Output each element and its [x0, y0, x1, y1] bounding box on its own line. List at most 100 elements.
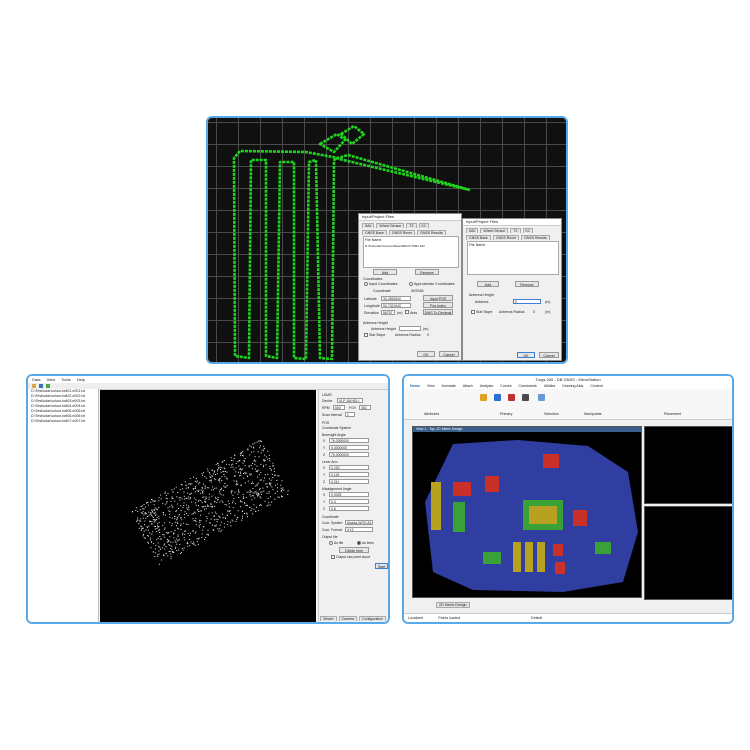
tab-view[interactable]: View [427, 384, 435, 388]
view-window-2[interactable] [644, 426, 732, 504]
file-list-box[interactable]: File Name [467, 241, 559, 275]
cloud-point [250, 474, 252, 476]
tab-k2[interactable]: K2 [522, 228, 533, 233]
view-window-top[interactable]: View 1 - Top, 2D Metric Design [412, 426, 642, 598]
approx-coordinates-radio[interactable] [409, 282, 413, 286]
place-line-icon[interactable] [508, 394, 515, 401]
cloud-point [269, 483, 271, 485]
boresight-x-input[interactable]: 76.0390000 [329, 438, 369, 443]
antenna-radius-value[interactable]: 0 [427, 333, 429, 337]
lever-x-input[interactable]: 0.230 [329, 465, 369, 470]
tab-t2[interactable]: T2 [406, 223, 417, 228]
element-selection-icon[interactable] [480, 394, 487, 401]
tab-home[interactable]: Home [410, 384, 420, 388]
cloud-point [256, 441, 258, 443]
ok-button[interactable]: OK [417, 351, 435, 357]
divide-time-button[interactable]: Divide time [339, 547, 369, 553]
as-lines-radio[interactable] [357, 541, 361, 545]
mis-z-input[interactable]: 0.6 [329, 506, 369, 511]
save-icon[interactable] [39, 384, 43, 388]
tab-gnss-rover[interactable]: GNSS Rover [492, 235, 520, 240]
tab-imu[interactable]: IMU [362, 223, 375, 228]
tab-wheel-sensor[interactable]: Wheel Sensor [480, 228, 509, 233]
output-raw-checkbox[interactable] [331, 555, 335, 559]
tab-utilities[interactable]: Utilities [544, 384, 556, 388]
view-window-3[interactable] [644, 506, 732, 600]
slat-slope-checkbox[interactable] [364, 333, 368, 337]
file-path[interactable]: D:\Test\udar\Camera Base\SEP20 TNB1 202 [365, 244, 425, 248]
latitude-input[interactable]: 30.2692640 [381, 296, 411, 301]
pos-index-button[interactable]: Pos Index [423, 302, 453, 308]
antenna-radius-value[interactable]: 0 [533, 310, 535, 314]
tab-gnss-results[interactable]: GNSS Results [521, 235, 550, 240]
add-button[interactable]: Add [477, 281, 499, 287]
start-button[interactable]: Start [375, 563, 388, 569]
boresight-y-input[interactable]: 0.4000000 [329, 445, 369, 450]
as-file-radio[interactable] [329, 541, 333, 545]
tab-k2[interactable]: K2 [418, 223, 429, 228]
tab-wheel-sensor[interactable]: Wheel Sensor [376, 223, 405, 228]
menu-data[interactable]: Data [32, 377, 40, 382]
fence-icon[interactable] [522, 394, 529, 401]
tab-t2[interactable]: T2 [510, 228, 521, 233]
tab-attach[interactable]: Attach [463, 384, 473, 388]
dms-to-decimal-button[interactable]: DMS To Decimal [423, 309, 453, 315]
longitude-input[interactable]: 90.7321040 [381, 303, 411, 308]
coord-format-select[interactable]: XYZ [345, 527, 373, 532]
coord-system-select[interactable]: Alaska-WGS-84 [345, 520, 373, 525]
antenna-height-input[interactable] [399, 326, 421, 331]
file-item[interactable]: D:\Test\udar\colour-bdt07.e007.txt [28, 419, 98, 424]
tab-annotate[interactable]: Annotate [442, 384, 456, 388]
tab-gnss-results[interactable]: GNSS Results [417, 230, 446, 235]
tab-analysis[interactable]: Analysis [480, 384, 493, 388]
open-icon[interactable] [32, 384, 36, 388]
model-tab[interactable]: 2D Metric Design [436, 602, 470, 608]
manipulate-icon[interactable] [538, 394, 545, 401]
remove-button[interactable]: Remove [415, 269, 439, 275]
tab-content[interactable]: Content [590, 384, 603, 388]
lever-z-input[interactable]: 0.011 [329, 479, 369, 484]
attributes-icon[interactable] [494, 394, 501, 401]
tab-imu[interactable]: IMU [466, 228, 479, 233]
remove-button[interactable]: Remove [515, 281, 539, 287]
lever-y-input[interactable]: 0.115 [329, 472, 369, 477]
input-pos-button[interactable]: Input POS [423, 295, 453, 301]
cloud-point [157, 542, 159, 544]
tab-curves[interactable]: Curves [500, 384, 511, 388]
mis-x-input[interactable]: 0.0025 [329, 492, 369, 497]
device-select[interactable]: VLP-16(HDL) [337, 398, 363, 403]
tab-gnss-base[interactable]: GNSS Base [466, 235, 491, 240]
input-coordinates-radio[interactable] [364, 282, 368, 286]
mis-y-input[interactable]: 0.4 [329, 499, 369, 504]
tab-constraints[interactable]: Constraints [519, 384, 537, 388]
cloud-point [173, 532, 175, 534]
tab-gnss-rover[interactable]: GNSS Rover [388, 230, 416, 235]
add-button[interactable]: Add [373, 269, 397, 275]
elevation-input[interactable]: 56787 [381, 310, 395, 315]
play-icon[interactable] [46, 384, 50, 388]
menu-view[interactable]: View [47, 377, 56, 382]
slat-slope-checkbox[interactable] [471, 310, 475, 314]
boresight-z-input[interactable]: 76.0000000 [329, 452, 369, 457]
ants-checkbox[interactable] [405, 310, 409, 314]
menu-help[interactable]: Help [77, 377, 85, 382]
cancel-button[interactable]: Cancel [539, 352, 559, 358]
tab-configuration[interactable]: Configuration [359, 616, 386, 621]
tab-gnss-base[interactable]: GNSS Base [362, 230, 387, 235]
cloud-point [187, 483, 189, 485]
cloud-point [181, 552, 182, 554]
tab-drawing-aids[interactable]: Drawing Aids [562, 384, 583, 388]
file-list-box[interactable]: File Name D:\Test\udar\Camera Base\SEP20… [363, 236, 459, 268]
antenna-height-input[interactable]: 0 [513, 299, 541, 304]
scan-interval-input[interactable]: 1 [345, 412, 355, 417]
menu-tools[interactable]: Tools [61, 377, 70, 382]
rpm-input[interactable]: 600 [333, 405, 345, 410]
cancel-button[interactable]: Cancel [439, 351, 459, 357]
fov-input[interactable]: 360 [359, 405, 371, 410]
tab-viewer[interactable]: Viewer [320, 616, 337, 621]
cloud-point [175, 547, 176, 549]
cloud-point [151, 515, 153, 517]
point-cloud-viewer[interactable] [100, 390, 316, 622]
tab-camera[interactable]: Camera [338, 616, 358, 621]
ok-button[interactable]: OK [517, 352, 535, 358]
